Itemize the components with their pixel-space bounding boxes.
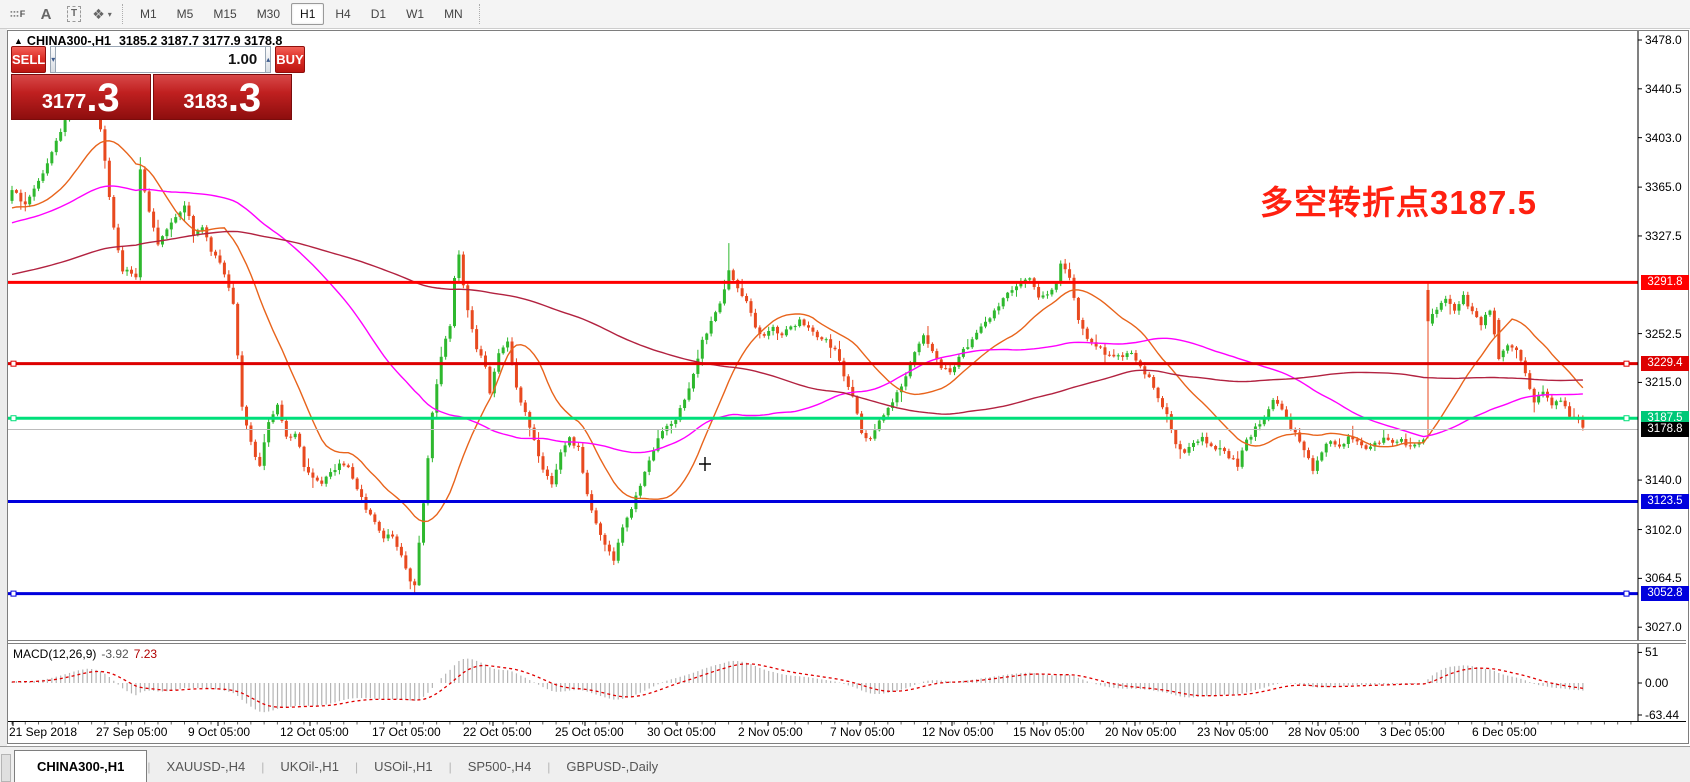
tab-xauusdh4[interactable]: XAUUSD-,H4 — [151, 752, 262, 782]
time-label: 30 Oct 05:00 — [647, 725, 716, 739]
time-label: 2 Nov 05:00 — [738, 725, 803, 739]
tab-ukoilh1[interactable]: UKOil-,H1 — [264, 752, 355, 782]
buy-button[interactable]: BUY — [275, 46, 304, 73]
tab-china300h1[interactable]: CHINA300-,H1 — [14, 750, 147, 782]
toolbar-separator — [479, 4, 481, 24]
price-tick-label: 3252.5 — [1645, 327, 1690, 341]
sell-price-frac: .3 — [86, 79, 119, 117]
sell-price-display[interactable]: 3177.3 — [11, 74, 151, 120]
volume-input[interactable] — [56, 46, 265, 73]
price-badge-3178.8: 3178.8 — [1641, 422, 1689, 437]
price-badge-3123.5: 3123.5 — [1641, 494, 1689, 509]
shapes-icon[interactable]: ❖▾ — [90, 3, 114, 25]
timeframe-W1[interactable]: W1 — [397, 3, 433, 25]
price-tick-label: 3027.0 — [1645, 620, 1690, 634]
tab-sp500h4[interactable]: SP500-,H4 — [452, 752, 548, 782]
time-label: 12 Nov 05:00 — [922, 725, 993, 739]
chart-tab-bar: CHINA300-,H1|XAUUSD-,H4|UKOil-,H1|USOil-… — [0, 746, 1690, 782]
price-tick-label: 3478.0 — [1645, 33, 1690, 47]
buy-price-display[interactable]: 3183.3 — [153, 74, 293, 120]
price-tick-label: 3064.5 — [1645, 571, 1690, 585]
time-label: 15 Nov 05:00 — [1013, 725, 1084, 739]
time-label: 9 Oct 05:00 — [188, 725, 250, 739]
price-tick-label: 3140.0 — [1645, 473, 1690, 487]
one-click-trading-panel: SELL ▾ ▴ BUY 3177.3 3183.3 — [11, 46, 292, 120]
price-tick-label: 3327.5 — [1645, 229, 1690, 243]
volume-increase-button[interactable]: ▴ — [265, 46, 271, 73]
timeframe-M15[interactable]: M15 — [204, 3, 245, 25]
timeframe-D1[interactable]: D1 — [362, 3, 395, 25]
toolbar-separator — [122, 4, 124, 24]
top-toolbar: ⋯⋯F A T ❖▾ M1M5M15M30H1H4D1W1MN — [0, 0, 1690, 29]
price-badge-3052.8: 3052.8 — [1641, 586, 1689, 601]
time-label: 27 Sep 05:00 — [96, 725, 167, 739]
timeframe-H1[interactable]: H1 — [291, 3, 324, 25]
collapse-icon[interactable]: ▲ — [14, 36, 23, 46]
price-tick-label: 3440.5 — [1645, 82, 1690, 96]
macd-tick-label: 0.00 — [1645, 676, 1690, 690]
time-label: 12 Oct 05:00 — [280, 725, 349, 739]
fibo-grid-icon[interactable]: ⋯⋯F — [6, 3, 30, 25]
macd-signal-value: 7.23 — [134, 647, 157, 661]
buy-price-int: 3183 — [183, 87, 228, 117]
timeframe-buttons: M1M5M15M30H1H4D1W1MN — [130, 5, 473, 23]
time-label: 28 Nov 05:00 — [1288, 725, 1359, 739]
time-label: 17 Oct 05:00 — [372, 725, 441, 739]
macd-main-value: -3.92 — [101, 647, 128, 661]
buy-price-frac: .3 — [228, 79, 261, 117]
macd-name: MACD(12,26,9) — [13, 647, 96, 661]
tab-usoilh1[interactable]: USOil-,H1 — [358, 752, 449, 782]
price-tick-label: 3215.0 — [1645, 375, 1690, 389]
time-label: 21 Sep 2018 — [9, 725, 77, 739]
time-label: 25 Oct 05:00 — [555, 725, 624, 739]
sell-price-int: 3177 — [42, 87, 87, 117]
macd-indicator-label: MACD(12,26,9) -3.92 7.23 — [13, 647, 157, 661]
timeframe-M1[interactable]: M1 — [131, 3, 166, 25]
timeframe-MN[interactable]: MN — [435, 3, 472, 25]
price-badge-3291.8: 3291.8 — [1641, 275, 1689, 290]
label-t-icon[interactable]: T — [62, 3, 86, 25]
window-left-edge — [0, 29, 7, 782]
text-a-icon[interactable]: A — [34, 3, 58, 25]
macd-tick-label: -63.44 — [1645, 708, 1690, 722]
timeframe-M5[interactable]: M5 — [168, 3, 203, 25]
time-label: 7 Nov 05:00 — [830, 725, 895, 739]
price-badge-3229.4: 3229.4 — [1641, 356, 1689, 371]
chart-text-annotation: 多空转折点3187.5 — [1260, 176, 1537, 224]
timeframe-H4[interactable]: H4 — [326, 3, 359, 25]
time-label: 22 Oct 05:00 — [463, 725, 532, 739]
tab-gbpusddaily[interactable]: GBPUSD-,Daily — [550, 752, 674, 782]
time-label: 6 Dec 05:00 — [1472, 725, 1537, 739]
price-tick-label: 3403.0 — [1645, 131, 1690, 145]
price-tick-label: 3365.0 — [1645, 180, 1690, 194]
chart-window: ▲CHINA300-,H13185.2 3187.7 3177.9 3178.8… — [7, 30, 1689, 744]
time-label: 23 Nov 05:00 — [1197, 725, 1268, 739]
sell-button[interactable]: SELL — [11, 46, 46, 73]
chart-tabs: CHINA300-,H1|XAUUSD-,H4|UKOil-,H1|USOil-… — [14, 750, 674, 782]
macd-tick-label: 51 — [1645, 645, 1690, 659]
dropdown-arrow-icon: ▾ — [108, 10, 112, 19]
chart-canvas[interactable] — [8, 31, 1686, 741]
mt4-application: ⋯⋯F A T ❖▾ M1M5M15M30H1H4D1W1MN ▲CHINA30… — [0, 0, 1690, 782]
tab-scroll-grip[interactable] — [1, 754, 11, 782]
time-label: 20 Nov 05:00 — [1105, 725, 1176, 739]
time-label: 3 Dec 05:00 — [1380, 725, 1445, 739]
price-tick-label: 3102.0 — [1645, 523, 1690, 537]
timeframe-M30[interactable]: M30 — [248, 3, 289, 25]
